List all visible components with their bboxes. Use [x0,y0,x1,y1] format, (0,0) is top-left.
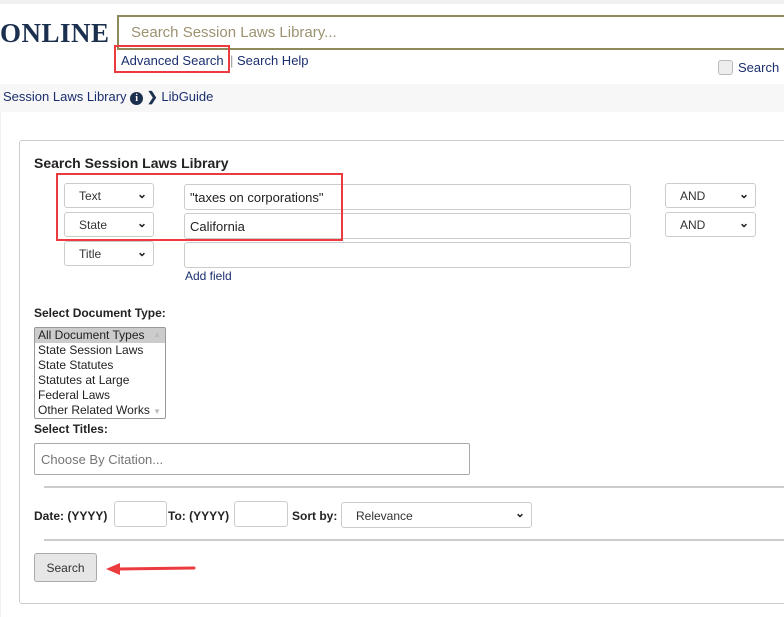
annotation-box [56,173,343,241]
chevron-down-icon: ⌄ [136,245,147,259]
search-checkbox[interactable] [718,60,733,75]
doc-type-option[interactable]: Federal Laws [35,388,165,403]
separator: | [230,53,234,68]
text-input-3[interactable] [184,242,631,268]
sort-select[interactable]: Relevance ⌄ [341,502,532,528]
form-title: Search Session Laws Library [34,155,229,171]
scroll-up-icon[interactable]: ▲ [153,330,161,339]
chevron-down-icon: ⌄ [738,216,749,230]
scroll-down-icon[interactable]: ▼ [153,407,161,416]
chevron-right-icon: ❯ [146,89,158,104]
search-help-link[interactable]: Search Help [237,53,309,68]
operator-select-1[interactable]: AND ⌄ [665,183,756,208]
info-icon[interactable]: i [130,92,144,105]
doc-type-label: Select Document Type: [34,306,166,320]
sort-label: Sort by: [292,509,338,523]
divider [44,486,784,488]
doc-type-option[interactable]: State Statutes [35,358,165,373]
sort-value: Relevance [356,509,413,523]
doc-type-option[interactable]: Statutes at Large [35,373,165,388]
chevron-down-icon: ⌄ [738,187,749,201]
date-to-input[interactable] [234,501,288,527]
date-label: Date: (YYYY) [34,509,108,523]
field-select-3[interactable]: Title ⌄ [64,241,154,266]
titles-label: Select Titles: [34,422,108,436]
to-label: To: (YYYY) [168,509,230,523]
logo: ONLINE [0,18,110,48]
field-value: Title [79,247,102,261]
date-from-input[interactable] [114,501,167,527]
doc-type-option[interactable]: State Session Laws [35,343,165,358]
add-field-link[interactable]: Add field [185,269,232,283]
operator-value: AND [680,189,706,203]
doc-type-option[interactable]: All Document Types [35,328,165,343]
advanced-search-link[interactable]: Advanced Search [121,53,224,68]
breadcrumb-session-laws[interactable]: Session Laws Library [3,89,127,104]
breadcrumb: Session Laws Library i ❯ LibGuide [0,84,784,112]
operator-select-2[interactable]: AND ⌄ [665,212,756,237]
divider [44,539,784,541]
doc-type-listbox[interactable]: All Document Types State Session Laws St… [34,327,166,419]
titles-input[interactable] [34,443,470,475]
doc-type-option[interactable]: Other Related Works [35,403,165,418]
chevron-down-icon: ⌄ [514,506,525,520]
arrow-annotation-icon [106,563,196,575]
operator-value: AND [680,218,706,232]
search-button[interactable]: Search [34,553,97,582]
breadcrumb-libguide[interactable]: LibGuide [161,89,213,104]
